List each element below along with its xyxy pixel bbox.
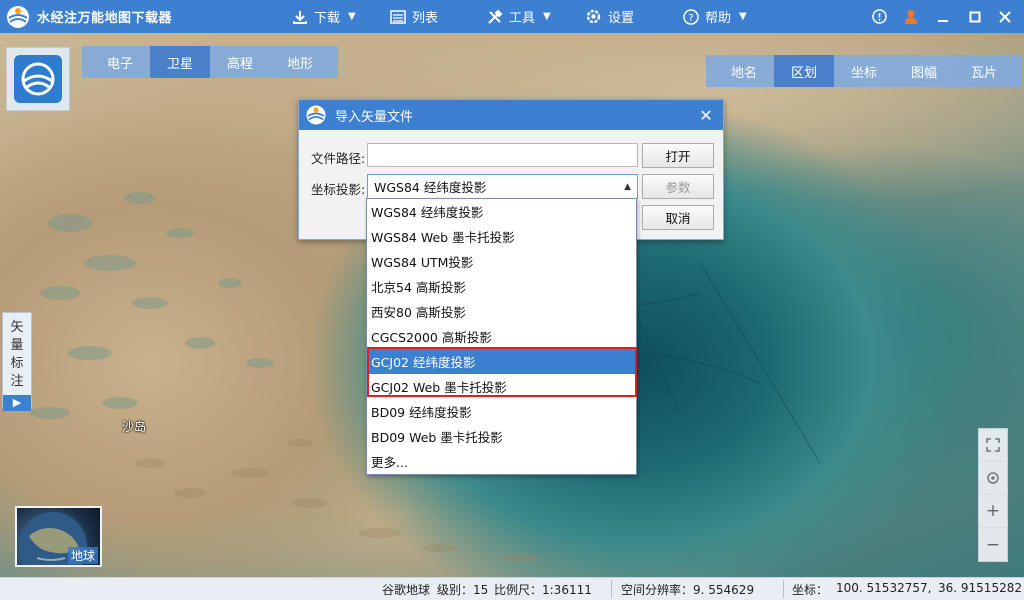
side-tab-char: 注 (10, 374, 24, 389)
status-divider (783, 580, 784, 598)
info-icon (871, 9, 887, 24)
maximize-button[interactable] (960, 0, 990, 33)
minimize-icon (938, 19, 948, 22)
status-bar: 谷歌地球 级别：15 比例尺：1:36111 空间分辨率：9. 554629 坐… (0, 577, 1024, 600)
chevron-right-icon: ▶ (3, 395, 31, 411)
fullscreen-button[interactable] (979, 429, 1007, 462)
tab-elevation[interactable]: 高程 (210, 46, 270, 78)
projection-select[interactable]: WGS84 经纬度投影 ▲ (367, 174, 638, 199)
tools-icon (488, 9, 503, 24)
menu-download[interactable]: 下载 ▼ (292, 0, 356, 33)
app-logo-icon (7, 5, 29, 28)
menu-download-label: 下载 (314, 11, 341, 26)
file-path-input[interactable] (367, 143, 638, 167)
status-source: 谷歌地球 (382, 583, 431, 597)
app-logo-button[interactable] (6, 47, 70, 111)
status-resolution: 空间分辨率：9. 554629 (621, 583, 755, 597)
chevron-down-icon: ▼ (543, 11, 551, 22)
status-latitude: 36. 91515282 (938, 581, 1022, 595)
tab-map-sheets[interactable]: 图幅 (894, 55, 954, 87)
projection-dropdown-list: WGS84 经纬度投影 WGS84 Web 墨卡托投影 WGS84 UTM投影 … (366, 198, 637, 475)
globe-logo-icon (14, 55, 62, 103)
list-item[interactable]: WGS84 UTM投影 (367, 249, 636, 274)
map-controls: + − (978, 428, 1008, 562)
menu-list-label: 列表 (412, 11, 439, 26)
params-button[interactable]: 参数 (642, 174, 714, 199)
tab-electronic[interactable]: 电子 (90, 46, 150, 78)
tab-terrain[interactable]: 地形 (270, 46, 330, 78)
user-icon (905, 10, 917, 24)
chevron-down-icon: ▼ (739, 11, 747, 22)
tab-tiles[interactable]: 瓦片 (954, 55, 1014, 87)
list-item-more[interactable]: 更多... (367, 449, 636, 474)
list-item[interactable]: GCJ02 Web 墨卡托投影 (367, 374, 636, 399)
list-item[interactable]: BD09 经纬度投影 (367, 399, 636, 424)
status-longitude: 100. 51532757, (836, 581, 932, 595)
side-tab-char: 量 (10, 338, 24, 353)
side-tab-char: 标 (10, 356, 24, 371)
status-scale: 比例尺：1:36111 (494, 583, 592, 597)
app-title: 水经注万能地图下载器 (37, 11, 173, 26)
file-path-label: 文件路径: (311, 151, 366, 166)
list-icon (390, 9, 406, 24)
zoom-out-button[interactable]: − (979, 528, 1007, 561)
svg-text:?: ? (688, 13, 693, 24)
tab-divisions[interactable]: 区划 (774, 55, 834, 87)
list-item[interactable]: 西安80 高斯投影 (367, 299, 636, 324)
menu-help-label: 帮助 (705, 11, 732, 26)
close-icon: ✕ (699, 105, 713, 125)
globe-icon (21, 62, 55, 96)
minimize-button[interactable] (928, 0, 958, 33)
tab-coordinates[interactable]: 坐标 (834, 55, 894, 87)
menu-settings[interactable]: 设置 (585, 0, 634, 33)
status-divider (611, 580, 612, 598)
tab-place-names[interactable]: 地名 (714, 55, 774, 87)
side-tab-char: 矢 (10, 320, 24, 335)
status-coord-label: 坐标： (792, 583, 829, 597)
vector-annotation-tab[interactable]: 矢 量 标 注 ▶ (2, 312, 32, 411)
map-place-label: 沙岛 (122, 420, 147, 434)
list-item[interactable]: BD09 Web 墨卡托投影 (367, 424, 636, 449)
tab-satellite[interactable]: 卫星 (150, 46, 210, 78)
menu-tools[interactable]: 工具 ▼ (487, 0, 551, 33)
chevron-down-icon: ▼ (348, 11, 356, 22)
menu-help[interactable]: ? 帮助 ▼ (683, 0, 747, 33)
overlay-tabs: 地名 区划 坐标 图幅 瓦片 (706, 55, 1022, 87)
status-level: 级别：15 (437, 583, 489, 597)
locate-icon (987, 472, 999, 484)
menu-tools-label: 工具 (509, 11, 536, 26)
list-item-selected[interactable]: GCJ02 经纬度投影 (367, 349, 636, 374)
list-item[interactable]: WGS84 经纬度投影 (367, 199, 636, 224)
zoom-in-button[interactable]: + (979, 495, 1007, 528)
list-item[interactable]: WGS84 Web 墨卡托投影 (367, 224, 636, 249)
menu-settings-label: 设置 (608, 11, 635, 26)
list-item[interactable]: CGCS2000 高斯投影 (367, 324, 636, 349)
dialog-title-bar: 导入矢量文件 (299, 100, 723, 130)
app-logo-icon (306, 105, 326, 125)
info-button[interactable] (864, 0, 894, 33)
user-button[interactable] (896, 0, 926, 33)
projection-selected-value: WGS84 经纬度投影 (374, 180, 487, 195)
close-icon (999, 10, 1011, 23)
dialog-close-button[interactable]: ✕ (695, 104, 717, 126)
map-type-tabs: 电子 卫星 高程 地形 (82, 46, 338, 78)
list-item[interactable]: 北京54 高斯投影 (367, 274, 636, 299)
help-icon: ? (683, 8, 699, 25)
close-window-button[interactable] (990, 0, 1020, 33)
gear-icon (586, 9, 601, 24)
menu-list[interactable]: 列表 (390, 0, 438, 33)
open-button[interactable]: 打开 (642, 143, 714, 168)
title-bar: 水经注万能地图下载器 下载 ▼ 列表 工具 ▼ 设置 ? 帮助 ▼ (0, 0, 1024, 33)
download-icon (293, 10, 307, 24)
fullscreen-icon (986, 438, 1000, 452)
chevron-up-icon: ▲ (624, 182, 631, 192)
locate-button[interactable] (979, 462, 1007, 495)
maximize-icon (969, 11, 981, 22)
globe-label: 地球 (67, 547, 98, 564)
projection-label: 坐标投影: (311, 182, 366, 197)
dialog-title: 导入矢量文件 (335, 109, 414, 125)
globe-thumbnail[interactable]: 地球 (15, 506, 102, 567)
cancel-button[interactable]: 取消 (642, 205, 714, 230)
